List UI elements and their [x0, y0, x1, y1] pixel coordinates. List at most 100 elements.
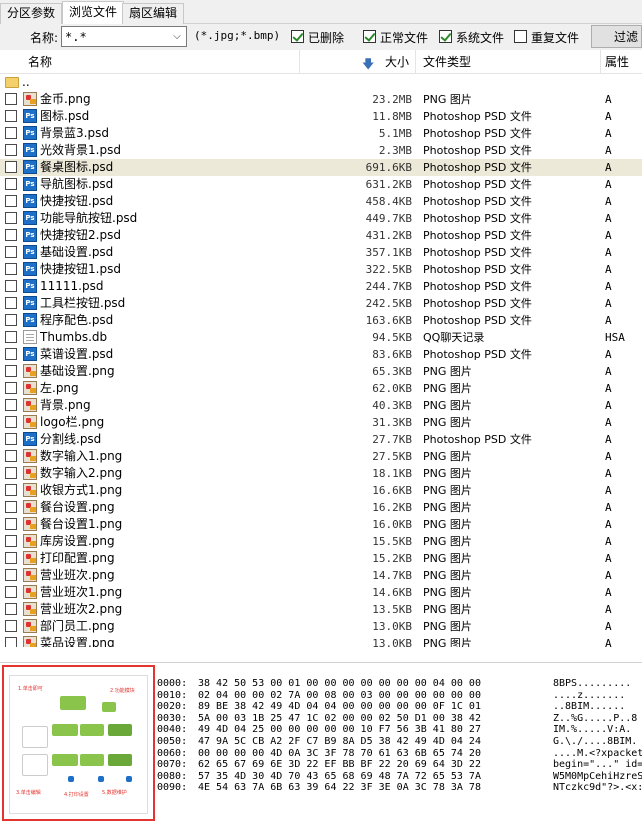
file-row-checkbox[interactable]	[5, 246, 17, 258]
name-filter-input[interactable]	[62, 27, 168, 46]
file-row-checkbox[interactable]	[5, 229, 17, 241]
file-row-checkbox[interactable]	[5, 620, 17, 632]
file-row[interactable]: 餐台设置1.png 16.0KB PNG 图片 A	[0, 516, 642, 533]
file-row-checkbox[interactable]	[5, 586, 17, 598]
file-row[interactable]: 餐台设置.png 16.2KB PNG 图片 A	[0, 499, 642, 516]
file-row[interactable]: 左.png 62.0KB PNG 图片 A	[0, 380, 642, 397]
file-row[interactable]: Ps 工具栏按钮.psd 242.5KB Photoshop PSD 文件 A	[0, 295, 642, 312]
file-row[interactable]: Ps 程序配色.psd 163.6KB Photoshop PSD 文件 A	[0, 312, 642, 329]
file-row[interactable]: Ps 快捷按钮.psd 458.4KB Photoshop PSD 文件 A	[0, 193, 642, 210]
file-row[interactable]: Ps 菜谱设置.psd 83.6KB Photoshop PSD 文件 A	[0, 346, 642, 363]
file-row-checkbox[interactable]	[5, 450, 17, 462]
file-attributes: A	[605, 450, 612, 463]
file-row-checkbox[interactable]	[5, 416, 17, 428]
filter-button[interactable]: 过滤	[591, 25, 642, 48]
file-row[interactable]: Ps 快捷按钮2.psd 431.2KB Photoshop PSD 文件 A	[0, 227, 642, 244]
deleted-checkbox[interactable]	[291, 30, 304, 43]
file-row-checkbox[interactable]	[5, 110, 17, 122]
tab-partition-params[interactable]: 分区参数	[0, 3, 63, 24]
file-row[interactable]: Ps 餐桌图标.psd 691.6KB Photoshop PSD 文件 A	[0, 159, 642, 176]
file-row[interactable]: 打印配置.png 15.2KB PNG 图片 A	[0, 550, 642, 567]
name-filter-combobox[interactable]: ⌵	[61, 26, 187, 47]
tab-browse-files[interactable]: 浏览文件	[62, 1, 125, 24]
file-row[interactable]: 库房设置.png 15.5KB PNG 图片 A	[0, 533, 642, 550]
file-row[interactable]: 营业班次2.png 13.5KB PNG 图片 A	[0, 601, 642, 618]
file-row[interactable]: 营业班次1.png 14.6KB PNG 图片 A	[0, 584, 642, 601]
tab-sector-edit[interactable]: 扇区编辑	[122, 3, 185, 24]
file-row[interactable]: Ps 背景蓝3.psd 5.1MB Photoshop PSD 文件 A	[0, 125, 642, 142]
png-file-icon	[23, 551, 37, 565]
name-filter-label: 名称:	[30, 31, 59, 45]
file-row-checkbox[interactable]	[5, 501, 17, 513]
file-row-checkbox[interactable]	[5, 518, 17, 530]
file-row-checkbox[interactable]	[5, 467, 17, 479]
file-row-checkbox[interactable]	[5, 348, 17, 360]
file-row[interactable]: Ps 功能导航按钮.psd 449.7KB Photoshop PSD 文件 A	[0, 210, 642, 227]
file-row[interactable]: 基础设置.png 65.3KB PNG 图片 A	[0, 363, 642, 380]
chevron-down-icon[interactable]: ⌵	[170, 29, 184, 44]
file-row-checkbox[interactable]	[5, 535, 17, 547]
file-row[interactable]: Ps 光效背景1.psd 2.3MB Photoshop PSD 文件 A	[0, 142, 642, 159]
file-type: PNG 图片	[423, 535, 472, 548]
file-row[interactable]: 数字输入1.png 27.5KB PNG 图片 A	[0, 448, 642, 465]
hex-bytes-column[interactable]: 38 42 50 53 00 01 00 00 00 00 00 00 00 0…	[198, 678, 538, 794]
file-row-checkbox[interactable]	[5, 569, 17, 581]
file-row-checkbox[interactable]	[5, 297, 17, 309]
hex-byte-line: 89 BE 38 42 49 4D 04 04 00 00 00 00 00 0…	[198, 701, 481, 713]
file-row-checkbox[interactable]	[5, 365, 17, 377]
file-row[interactable]: Ps 分割线.psd 27.7KB Photoshop PSD 文件 A	[0, 431, 642, 448]
file-row-checkbox[interactable]	[5, 263, 17, 275]
file-row[interactable]: Ps 导航图标.psd 631.2KB Photoshop PSD 文件 A	[0, 176, 642, 193]
file-size: 431.2KB	[365, 229, 412, 242]
file-row-checkbox[interactable]	[5, 195, 17, 207]
system-files-checkbox[interactable]	[439, 30, 452, 43]
file-row[interactable]: logo栏.png 31.3KB PNG 图片 A	[0, 414, 642, 431]
file-row[interactable]: 收银方式1.png 16.6KB PNG 图片 A	[0, 482, 642, 499]
file-row-checkbox[interactable]	[5, 552, 17, 564]
file-row-checkbox[interactable]	[5, 637, 17, 647]
file-row[interactable]: 数字输入2.png 18.1KB PNG 图片 A	[0, 465, 642, 482]
file-row-checkbox[interactable]	[5, 484, 17, 496]
file-row-checkbox[interactable]	[5, 399, 17, 411]
file-row-checkbox[interactable]	[5, 212, 17, 224]
file-row[interactable]: 菜品设置.png 13.0KB PNG 图片 A	[0, 635, 642, 647]
hex-byte-line: 47 9A 5C CB A2 2F C7 B9 8A D5 38 42 49 4…	[198, 735, 481, 747]
file-attributes: A	[605, 161, 612, 174]
file-row-checkbox[interactable]	[5, 382, 17, 394]
file-row[interactable]: 金币.png 23.2MB PNG 图片 A	[0, 91, 642, 108]
file-row-checkbox[interactable]	[5, 603, 17, 615]
column-header-attr[interactable]: 属性	[601, 50, 642, 74]
duplicate-files-checkbox[interactable]	[514, 30, 527, 43]
png-file-icon	[23, 466, 37, 480]
file-row-checkbox[interactable]	[5, 331, 17, 343]
hex-byte-line: 4E 54 63 7A 6B 63 39 64 22 3F 3E 0A 3C 7…	[198, 782, 481, 794]
preview-thumbnail: 1.单击即可 2.功能模块 3.单击编辑 4.打印设置 5.数据维护	[9, 675, 148, 814]
file-row[interactable]: 部门员工.png 13.0KB PNG 图片 A	[0, 618, 642, 635]
file-row-checkbox[interactable]	[5, 433, 17, 445]
file-type: Photoshop PSD 文件	[423, 195, 532, 208]
column-header-size[interactable]: 大小	[300, 50, 416, 74]
column-header-name[interactable]: 名称	[0, 50, 300, 74]
file-row[interactable]: 背景.png 40.3KB PNG 图片 A	[0, 397, 642, 414]
file-row[interactable]: Ps 快捷按钮1.psd 322.5KB Photoshop PSD 文件 A	[0, 261, 642, 278]
parent-folder-row[interactable]: ..	[0, 74, 642, 91]
column-header-type[interactable]: 文件类型	[416, 50, 601, 74]
file-row-checkbox[interactable]	[5, 93, 17, 105]
file-row[interactable]: Ps 图标.psd 11.8MB Photoshop PSD 文件 A	[0, 108, 642, 125]
file-row-checkbox[interactable]	[5, 178, 17, 190]
file-row[interactable]: Thumbs.db 94.5KB QQ聊天记录 HSA	[0, 329, 642, 346]
file-row-checkbox[interactable]	[5, 144, 17, 156]
file-row[interactable]: Ps 11111.psd 244.7KB Photoshop PSD 文件 A	[0, 278, 642, 295]
normal-files-checkbox[interactable]	[363, 30, 376, 43]
file-row-checkbox[interactable]	[5, 127, 17, 139]
file-attributes: A	[605, 433, 612, 446]
hex-ascii-line: 8BPS.........	[553, 678, 632, 689]
file-row-checkbox[interactable]	[5, 314, 17, 326]
file-row[interactable]: 营业班次.png 14.7KB PNG 图片 A	[0, 567, 642, 584]
file-name: 打印配置.png	[40, 551, 115, 565]
file-row[interactable]: Ps 基础设置.psd 357.1KB Photoshop PSD 文件 A	[0, 244, 642, 261]
file-list[interactable]: .. 金币.png 23.2MB PNG 图片 A Ps 图标.psd 11.8MB Phot…	[0, 74, 642, 647]
file-row-checkbox[interactable]	[5, 280, 17, 292]
hex-ascii-column[interactable]: 8BPS......... ....z....... ..8BIM...... Z..…	[553, 678, 642, 794]
file-row-checkbox[interactable]	[5, 161, 17, 173]
